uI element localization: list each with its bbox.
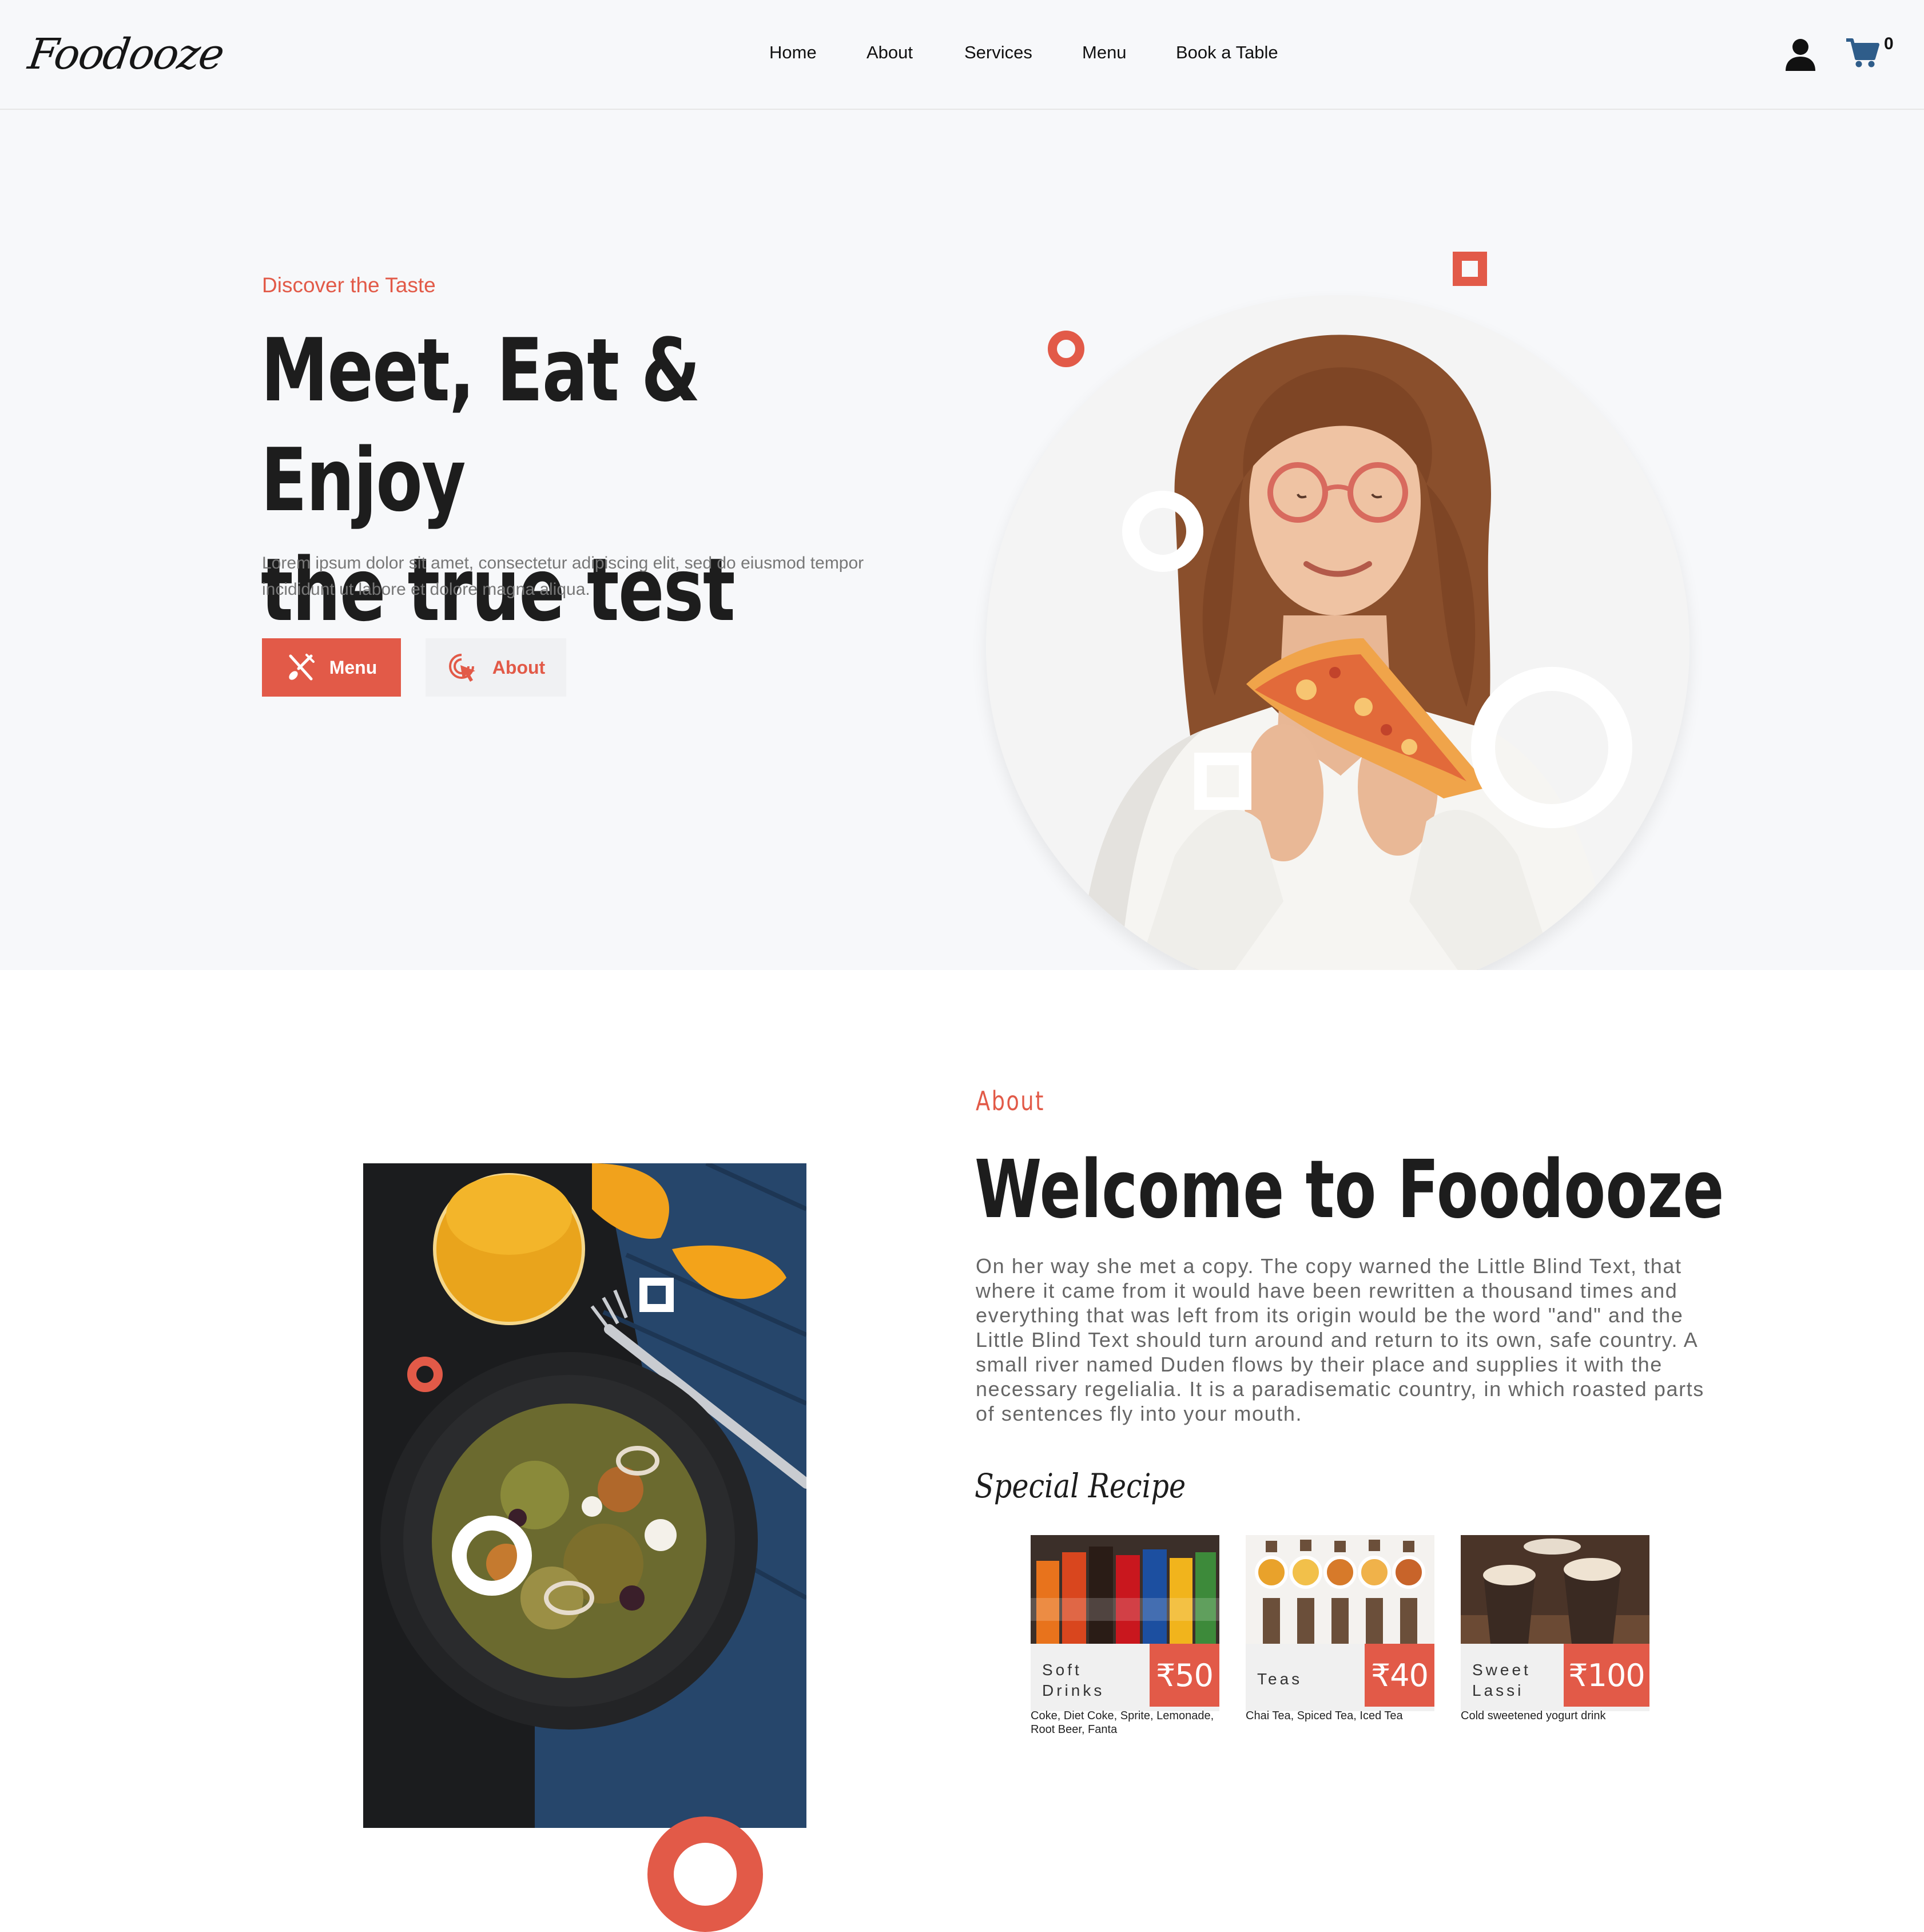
decor-square-red-inner — [1462, 261, 1478, 277]
decor-square-red — [1453, 252, 1487, 286]
decor-ring-white — [452, 1516, 532, 1596]
decor-ring-red — [1048, 331, 1084, 367]
about-section: About Welcome to Foodooze On her way she… — [0, 970, 1924, 1932]
nav-about[interactable]: About — [866, 42, 913, 63]
recipe-name-line1: Teas — [1257, 1670, 1303, 1688]
menu-button[interactable]: Menu — [262, 638, 401, 697]
about-button-label: About — [492, 657, 546, 678]
about-text: On her way she met a copy. The copy warn… — [976, 1254, 1704, 1425]
recipe-price: ₹50 — [1150, 1644, 1219, 1707]
user-icon[interactable] — [1784, 38, 1816, 72]
decor-ring-red — [407, 1357, 443, 1392]
recipe-description: Coke, Diet Coke, Sprite, Lemonade, Root … — [1031, 1710, 1214, 1736]
hero-section: Discover the Taste Meet, Eat & Enjoy the… — [0, 110, 1924, 999]
recipe-name-line1: Sweet — [1472, 1661, 1531, 1679]
sweet-lassi-image — [1461, 1535, 1649, 1648]
site-header: Foodooze Home About Services Menu Book a… — [0, 0, 1924, 110]
recipe-name-line1: Soft — [1042, 1661, 1082, 1679]
about-button[interactable]: About — [426, 638, 566, 697]
decor-ring-red-large — [647, 1816, 763, 1932]
recipe-body: Soft Drinks ₹50 — [1031, 1644, 1219, 1711]
hero-description: Lorem ipsum dolor sit amet, consectetur … — [262, 554, 864, 599]
cart-count: 0 — [1884, 34, 1894, 53]
recipe-name: Sweet Lassi — [1472, 1660, 1569, 1701]
recipe-body: Teas ₹40 — [1246, 1644, 1434, 1711]
main-nav: Home About Services Menu Book a Table — [0, 42, 1924, 67]
hero-kicker: Discover the Taste — [262, 273, 436, 297]
decor-ring-white-small — [1122, 491, 1203, 572]
nav-home[interactable]: Home — [769, 42, 817, 63]
nav-book-a-table[interactable]: Book a Table — [1176, 42, 1278, 63]
decor-ring-white-large — [1471, 667, 1632, 828]
lassi-glasses-image — [1461, 1535, 1649, 1648]
recipe-name: Teas — [1257, 1669, 1354, 1689]
special-recipe-title: Special Recipe — [975, 1466, 1186, 1505]
hero-image — [986, 295, 1690, 999]
about-kicker: About — [976, 1086, 1045, 1116]
soft-drinks-bottles-image — [1031, 1535, 1219, 1648]
recipe-name-line2: Lassi — [1472, 1681, 1524, 1699]
cursor-click-icon — [448, 654, 475, 682]
about-title: Welcome to Foodooze — [975, 1143, 1724, 1237]
menu-button-label: Menu — [329, 657, 377, 678]
recipe-body: Sweet Lassi ₹100 — [1461, 1644, 1649, 1711]
recipe-description: Cold sweetened yogurt drink — [1461, 1710, 1606, 1722]
recipe-name-line2: Drinks — [1042, 1681, 1105, 1699]
cart-icon[interactable] — [1845, 37, 1879, 69]
nav-menu[interactable]: Menu — [1082, 42, 1127, 63]
tea-cups-image — [1246, 1535, 1434, 1648]
utensils-icon — [289, 654, 315, 681]
salad-juice-image — [363, 1163, 806, 1828]
hero-title-line1: Meet, Eat & Enjoy — [261, 320, 701, 531]
recipe-price: ₹100 — [1564, 1644, 1649, 1707]
recipe-price: ₹40 — [1365, 1644, 1434, 1707]
salad-photo — [363, 1163, 806, 1828]
decor-square-white — [639, 1278, 674, 1312]
teas-image — [1246, 1535, 1434, 1648]
recipe-description: Chai Tea, Spiced Tea, Iced Tea — [1246, 1710, 1403, 1722]
soft-drinks-image — [1031, 1535, 1219, 1648]
nav-services[interactable]: Services — [964, 42, 1032, 63]
decor-square-white — [1194, 753, 1251, 810]
recipe-name: Soft Drinks — [1042, 1660, 1139, 1701]
woman-eating-pizza-image — [986, 295, 1690, 999]
